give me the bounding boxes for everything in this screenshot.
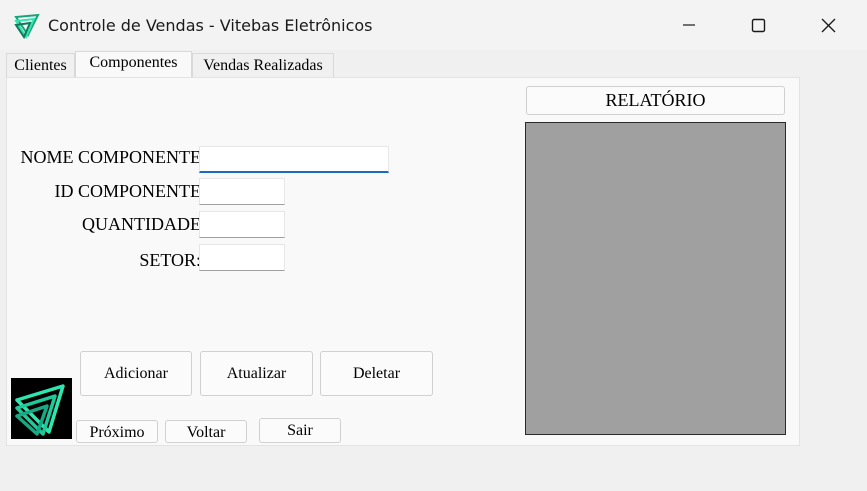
triangles-logo-icon xyxy=(14,13,40,39)
window-title: Controle de Vendas - Vitebas Eletrônicos xyxy=(48,16,373,35)
deletar-button[interactable]: Deletar xyxy=(320,351,433,396)
close-icon xyxy=(821,18,836,33)
sair-button[interactable]: Sair xyxy=(259,418,341,443)
id-componente-input[interactable] xyxy=(199,178,285,205)
close-button[interactable] xyxy=(794,0,864,50)
quantidade-label: QUANTIDADE xyxy=(82,214,201,234)
atualizar-button[interactable]: Atualizar xyxy=(200,351,313,396)
minimize-button[interactable] xyxy=(654,0,724,50)
quantidade-input[interactable] xyxy=(199,211,285,238)
adicionar-button[interactable]: Adicionar xyxy=(80,351,192,396)
tab-vendas-realizadas[interactable]: Vendas Realizadas xyxy=(192,53,334,77)
title-bar[interactable]: Controle de Vendas - Vitebas Eletrônicos xyxy=(0,0,867,50)
minimize-icon xyxy=(683,24,695,26)
tab-componentes[interactable]: Componentes xyxy=(75,51,192,78)
maximize-icon xyxy=(751,18,766,33)
app-window: Controle de Vendas - Vitebas Eletrônicos… xyxy=(0,0,867,491)
nome-componente-input[interactable] xyxy=(199,146,389,173)
voltar-button[interactable]: Voltar xyxy=(165,420,247,443)
nome-componente-label: NOME COMPONENTE xyxy=(20,147,201,167)
id-componente-label: ID COMPONENTE xyxy=(54,181,202,201)
setor-label: SETOR: xyxy=(139,250,201,270)
report-display-area xyxy=(525,122,786,435)
maximize-button[interactable] xyxy=(724,0,794,50)
tab-clientes[interactable]: Clientes xyxy=(6,53,75,77)
proximo-button[interactable]: Próximo xyxy=(76,420,158,443)
vitebas-logo-icon xyxy=(11,378,72,439)
relatorio-button[interactable]: RELATÓRIO xyxy=(526,86,785,115)
setor-input[interactable] xyxy=(199,244,285,271)
tab-bar: Clientes Vendas Realizadas Componentes xyxy=(6,51,806,78)
